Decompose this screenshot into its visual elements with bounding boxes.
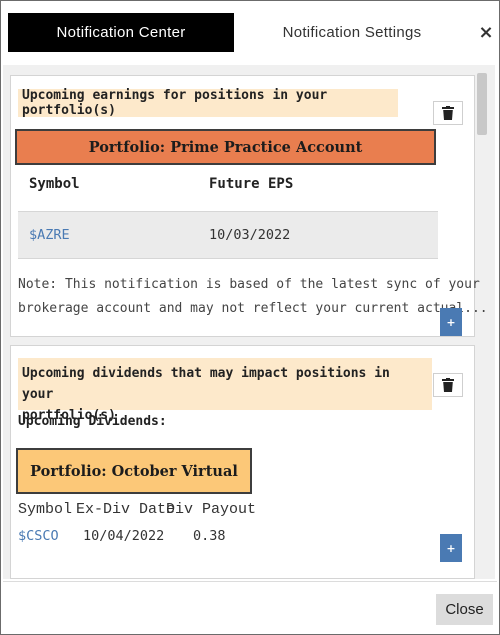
symbol-link[interactable]: $AZRE	[29, 227, 70, 243]
future-eps-date: 10/03/2022	[209, 227, 291, 243]
close-icon[interactable]: ×	[477, 21, 495, 43]
upcoming-dividends-label: Upcoming Dividends:	[18, 414, 167, 429]
tab-notification-center[interactable]: Notification Center	[8, 13, 234, 52]
portfolio-label: Portfolio: October Virtual	[16, 448, 252, 494]
ex-div-date: 10/04/2022	[83, 528, 165, 544]
sync-note: Note: This notification is based of the …	[18, 273, 488, 321]
notification-dialog: Notification Center Notification Setting…	[0, 0, 500, 635]
banner-line: Upcoming dividends that may impact posit…	[22, 366, 390, 402]
tab-notification-settings[interactable]: Notification Settings	[257, 13, 447, 52]
column-header-future-eps: Future EPS	[209, 176, 294, 192]
column-header-div-payout: Div Payout	[166, 501, 257, 518]
div-payout: 0.38	[193, 528, 226, 544]
portfolio-label: Portfolio: Prime Practice Account	[15, 129, 436, 165]
notification-list[interactable]: Upcoming earnings for positions in your …	[3, 65, 495, 579]
earnings-notification-card: Upcoming earnings for positions in your …	[10, 75, 488, 337]
delete-notification-button[interactable]	[433, 373, 463, 397]
footer-divider	[3, 581, 497, 582]
earnings-banner: Upcoming earnings for positions in your …	[18, 88, 398, 118]
scrollbar-thumb[interactable]	[477, 73, 487, 135]
delete-notification-button[interactable]	[433, 101, 463, 125]
expand-button[interactable]: +	[440, 534, 462, 562]
column-header-ex-div-date: Ex-Div Date	[76, 501, 176, 518]
note-line: Note: This notification is based of the …	[18, 277, 480, 292]
expand-button[interactable]: +	[440, 308, 462, 336]
dividends-banner: Upcoming dividends that may impact posit…	[18, 358, 432, 423]
note-line: brokerage account and may not reflect yo…	[18, 301, 488, 316]
dividends-notification-card: Upcoming dividends that may impact posit…	[10, 345, 475, 579]
trash-icon	[442, 106, 454, 120]
symbol-link[interactable]: $CSCO	[18, 528, 59, 544]
column-header-symbol: Symbol	[29, 176, 80, 192]
column-header-symbol: Symbol	[18, 501, 73, 518]
close-button[interactable]: Close	[436, 594, 493, 625]
trash-icon	[442, 378, 454, 392]
